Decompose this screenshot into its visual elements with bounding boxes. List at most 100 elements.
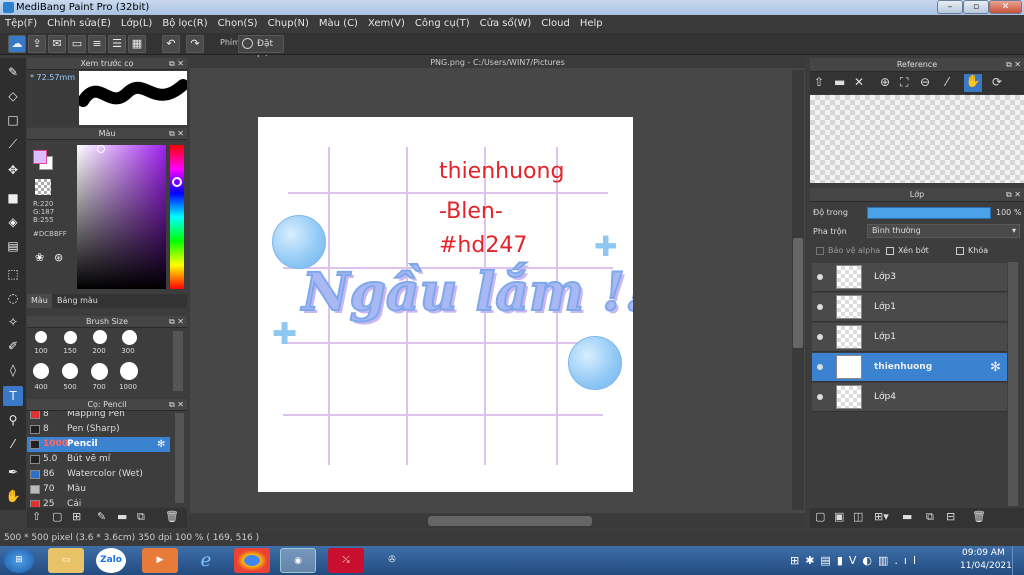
brush-tool-icon[interactable]: ✎ bbox=[3, 62, 23, 82]
list-item[interactable]: 8 Mapping Pen bbox=[27, 411, 170, 422]
minimize-button[interactable]: – bbox=[937, 0, 963, 14]
folder-icon[interactable]: ▬ bbox=[117, 510, 127, 523]
list-item[interactable]: 86 Watercolor (Wet) bbox=[27, 467, 170, 482]
menu-color[interactable]: Màu (C) bbox=[314, 15, 363, 33]
comment-icon[interactable]: ✉ bbox=[48, 35, 66, 53]
system-tray-icons[interactable]: ⊞✱▤▮V◐▥.ıl bbox=[790, 554, 922, 567]
gear-icon[interactable]: ✻ bbox=[157, 437, 165, 452]
menu-edit[interactable]: Chỉnh sửa(E) bbox=[42, 15, 116, 33]
new-layer-8bit-icon[interactable]: ▣ bbox=[834, 510, 844, 523]
zoom-out-icon[interactable]: ⊖ bbox=[920, 75, 930, 89]
chrome-icon[interactable] bbox=[234, 548, 270, 573]
menu-layer[interactable]: Lớp(L) bbox=[116, 15, 157, 33]
brushsize-scrollbar[interactable] bbox=[173, 331, 183, 391]
layer-row-selected[interactable]: thienhuong ✻ bbox=[812, 353, 1007, 382]
menu-help[interactable]: Help bbox=[575, 15, 608, 33]
panel-close-icon[interactable]: ⧉ ✕ bbox=[169, 58, 184, 70]
text-tool-icon[interactable]: T bbox=[3, 386, 23, 406]
menu-tools[interactable]: Công cụ(T) bbox=[410, 15, 475, 33]
eraser-tool-icon[interactable]: ◇ bbox=[3, 86, 23, 106]
size-dot[interactable] bbox=[91, 363, 108, 380]
select-eraser-icon[interactable]: ◊ bbox=[3, 360, 23, 380]
gradient-tool-icon[interactable]: ▤ bbox=[3, 236, 23, 256]
trash-icon[interactable]: 🗑 bbox=[165, 510, 179, 523]
eyedropper-icon[interactable]: ✒ bbox=[3, 462, 23, 482]
trash-icon[interactable]: 🗑 bbox=[972, 510, 986, 523]
menu-cloud[interactable]: Cloud bbox=[536, 15, 575, 33]
edit-brush-icon[interactable]: ✎ bbox=[97, 510, 106, 523]
menu-filter[interactable]: Bộ lọc(R) bbox=[157, 15, 212, 33]
protect-alpha-checkbox[interactable] bbox=[816, 247, 824, 255]
size-dot[interactable] bbox=[33, 363, 49, 379]
eye-icon[interactable] bbox=[817, 394, 823, 400]
eye-icon[interactable] bbox=[817, 304, 823, 310]
menu-snap[interactable]: Chụp(N) bbox=[263, 15, 314, 33]
fit-icon[interactable]: ⛶ bbox=[900, 75, 908, 90]
picker-icon[interactable]: ⊛ bbox=[54, 251, 63, 264]
hue-handle[interactable] bbox=[172, 177, 182, 187]
eye-icon[interactable] bbox=[817, 334, 823, 340]
gear-icon[interactable]: ✻ bbox=[990, 353, 1001, 382]
cloud-upload-icon[interactable]: ⇧ bbox=[814, 75, 824, 89]
add-brush-icon[interactable]: ⊞ bbox=[72, 510, 81, 523]
hand-tool-icon[interactable]: ✋ bbox=[3, 486, 23, 506]
copy-icon[interactable]: ⧉ bbox=[137, 510, 145, 524]
size-dot[interactable] bbox=[120, 362, 138, 380]
layer-scrollbar[interactable] bbox=[1008, 262, 1018, 506]
bucket-tool-icon[interactable]: ◈ bbox=[3, 212, 23, 232]
list-item-selected[interactable]: 1000 Pencil ✻ bbox=[27, 437, 170, 452]
eye-icon[interactable] bbox=[817, 274, 823, 280]
new-brush-icon[interactable]: ▢ bbox=[52, 510, 62, 523]
palette-icon[interactable]: ❀ bbox=[35, 251, 44, 264]
shape-tool-icon[interactable]: □ bbox=[3, 110, 23, 130]
transparent-color[interactable] bbox=[35, 179, 51, 195]
line-tool-icon[interactable]: ⟋ bbox=[3, 134, 23, 154]
zalo-icon[interactable]: Zalo bbox=[96, 548, 126, 573]
internet-explorer-icon[interactable]: ℯ bbox=[188, 548, 224, 573]
hand-icon[interactable]: ✋ bbox=[964, 74, 982, 92]
panel-close-icon[interactable]: ⧉ ✕ bbox=[169, 399, 184, 411]
acrobat-icon[interactable]: ⤯ bbox=[328, 548, 364, 573]
zoom-in-icon[interactable]: ⊕ bbox=[880, 75, 890, 89]
lasso-icon[interactable]: ◌ bbox=[3, 288, 23, 308]
close-icon[interactable]: ✕ bbox=[854, 75, 864, 89]
size-dot[interactable] bbox=[93, 330, 107, 344]
layer-row[interactable]: Lớp3 bbox=[812, 263, 1007, 292]
cloud-icon[interactable]: ☁ bbox=[8, 35, 26, 53]
list-item[interactable]: 70 Màu bbox=[27, 482, 170, 497]
paint-tool-icon[interactable]: ✇ bbox=[374, 548, 410, 573]
reset-button[interactable]: Đặt lại bbox=[238, 35, 284, 65]
list-item[interactable]: 8 Pen (Sharp) bbox=[27, 422, 170, 437]
grid-icon[interactable]: ▦ bbox=[128, 35, 146, 53]
reference-view[interactable] bbox=[810, 95, 1024, 183]
tab-palette[interactable]: Bảng màu bbox=[53, 294, 102, 308]
rotate-icon[interactable]: ⟳ bbox=[992, 75, 1002, 89]
canvas-hscroll[interactable] bbox=[190, 514, 805, 528]
maximize-button[interactable]: ▫ bbox=[963, 0, 989, 14]
panel-close-icon[interactable]: ⧉ ✕ bbox=[1006, 58, 1021, 72]
blend-select[interactable]: Bình thường ▾ bbox=[867, 224, 1020, 238]
layer-row[interactable]: Lớp1 bbox=[812, 323, 1007, 352]
menu-view[interactable]: Xem(V) bbox=[363, 15, 410, 33]
tab-color[interactable]: Màu bbox=[27, 294, 52, 308]
share-icon[interactable]: ⇪ bbox=[28, 35, 46, 53]
dropper-icon[interactable]: ⁄ bbox=[946, 75, 948, 89]
panel-close-icon[interactable]: ⧉ ✕ bbox=[169, 128, 184, 140]
size-dot[interactable] bbox=[62, 363, 78, 379]
saturation-field[interactable] bbox=[77, 145, 166, 289]
redo-icon[interactable]: ↷ bbox=[186, 35, 204, 53]
list-icon[interactable]: ☰ bbox=[108, 35, 126, 53]
foreground-color[interactable] bbox=[33, 150, 47, 164]
list-item[interactable]: 5.0 Bút vẽ mí bbox=[27, 452, 170, 467]
show-desktop-button[interactable] bbox=[1012, 546, 1024, 575]
drawing-canvas[interactable]: ✚ ✚ thienhuong -Blen- #hd247 Ngầu lắm !! bbox=[258, 117, 633, 492]
operation-tool-icon[interactable]: ⚲ bbox=[3, 410, 23, 430]
menu-window[interactable]: Cửa sổ(W) bbox=[475, 15, 537, 33]
menu-file[interactable]: Tệp(F) bbox=[0, 15, 42, 33]
layer-row[interactable]: Lớp4 bbox=[812, 383, 1007, 412]
new-layer-1bit-icon[interactable]: ◫ bbox=[853, 510, 863, 523]
select-pen-icon[interactable]: ✐ bbox=[3, 336, 23, 356]
brush-list-scrollbar[interactable] bbox=[175, 413, 184, 503]
duplicate-icon[interactable]: ⧉ bbox=[926, 510, 934, 524]
magic-wand-icon[interactable]: ✧ bbox=[3, 312, 23, 332]
